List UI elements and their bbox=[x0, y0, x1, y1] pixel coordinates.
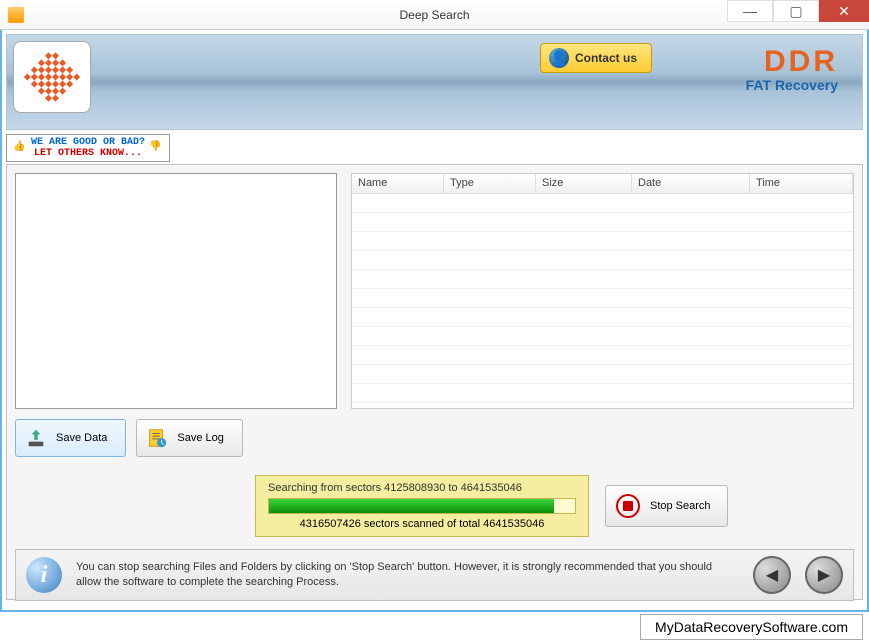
save-log-icon bbox=[145, 426, 169, 450]
person-icon: 👤 bbox=[549, 48, 569, 68]
list-row bbox=[352, 365, 853, 384]
close-button[interactable]: ✕ bbox=[819, 0, 869, 22]
save-data-button[interactable]: Save Data bbox=[15, 419, 126, 457]
col-size[interactable]: Size bbox=[536, 174, 632, 193]
save-data-icon bbox=[24, 426, 48, 450]
save-log-label: Save Log bbox=[177, 432, 223, 444]
info-bar: i You can stop searching Files and Folde… bbox=[15, 549, 854, 601]
list-row bbox=[352, 251, 853, 270]
footer-website-link[interactable]: MyDataRecoverySoftware.com bbox=[640, 614, 863, 640]
list-row bbox=[352, 327, 853, 346]
folder-tree-panel[interactable] bbox=[15, 173, 337, 409]
header-banner: 👤 Contact us DDR FAT Recovery bbox=[6, 34, 863, 130]
stop-search-label: Stop Search bbox=[650, 500, 711, 512]
info-icon: i bbox=[26, 557, 62, 593]
back-button[interactable]: ◀ bbox=[753, 556, 791, 594]
feedback-line1: WE ARE GOOD OR BAD? bbox=[31, 137, 145, 148]
feedback-banner[interactable]: WE ARE GOOD OR BAD? LET OTHERS KNOW... bbox=[6, 134, 170, 162]
thumbs-up-icon bbox=[13, 141, 27, 155]
list-row bbox=[352, 232, 853, 251]
list-row bbox=[352, 270, 853, 289]
save-data-label: Save Data bbox=[56, 432, 107, 444]
col-type[interactable]: Type bbox=[444, 174, 536, 193]
feedback-line2: LET OTHERS KNOW... bbox=[34, 148, 142, 159]
contact-us-button[interactable]: 👤 Contact us bbox=[540, 43, 652, 73]
info-text: You can stop searching Files and Folders… bbox=[76, 560, 739, 591]
progress-bar-fill bbox=[269, 499, 554, 513]
list-row bbox=[352, 194, 853, 213]
window-title: Deep Search bbox=[399, 8, 469, 22]
col-date[interactable]: Date bbox=[632, 174, 750, 193]
list-row bbox=[352, 308, 853, 327]
next-button[interactable]: ▶ bbox=[805, 556, 843, 594]
thumbs-down-icon bbox=[149, 141, 163, 155]
brand-subtitle: FAT Recovery bbox=[746, 77, 838, 93]
brand-name: DDR bbox=[746, 45, 838, 79]
titlebar: Deep Search — ▢ ✕ bbox=[0, 0, 869, 30]
progress-panel: Searching from sectors 4125808930 to 464… bbox=[255, 475, 589, 537]
contact-label: Contact us bbox=[575, 51, 637, 65]
brand-block: DDR FAT Recovery bbox=[746, 45, 838, 93]
content-area: Name Type Size Date Time bbox=[6, 164, 863, 600]
stop-icon bbox=[616, 494, 640, 518]
progress-bar bbox=[268, 498, 576, 514]
app-logo bbox=[13, 41, 91, 113]
list-row bbox=[352, 384, 853, 403]
list-rows bbox=[352, 194, 853, 403]
list-header: Name Type Size Date Time bbox=[352, 174, 853, 194]
file-list-panel[interactable]: Name Type Size Date Time bbox=[351, 173, 854, 409]
logo-pattern-icon bbox=[24, 49, 81, 106]
col-time[interactable]: Time bbox=[750, 174, 853, 193]
list-row bbox=[352, 289, 853, 308]
progress-searching-text: Searching from sectors 4125808930 to 464… bbox=[268, 482, 576, 494]
progress-status-text: 4316507426 sectors scanned of total 4641… bbox=[268, 518, 576, 530]
stop-search-button[interactable]: Stop Search bbox=[605, 485, 728, 527]
list-row bbox=[352, 213, 853, 232]
minimize-button[interactable]: — bbox=[727, 0, 773, 22]
list-row bbox=[352, 346, 853, 365]
save-log-button[interactable]: Save Log bbox=[136, 419, 242, 457]
maximize-button[interactable]: ▢ bbox=[773, 0, 819, 22]
col-name[interactable]: Name bbox=[352, 174, 444, 193]
app-icon bbox=[8, 7, 24, 23]
